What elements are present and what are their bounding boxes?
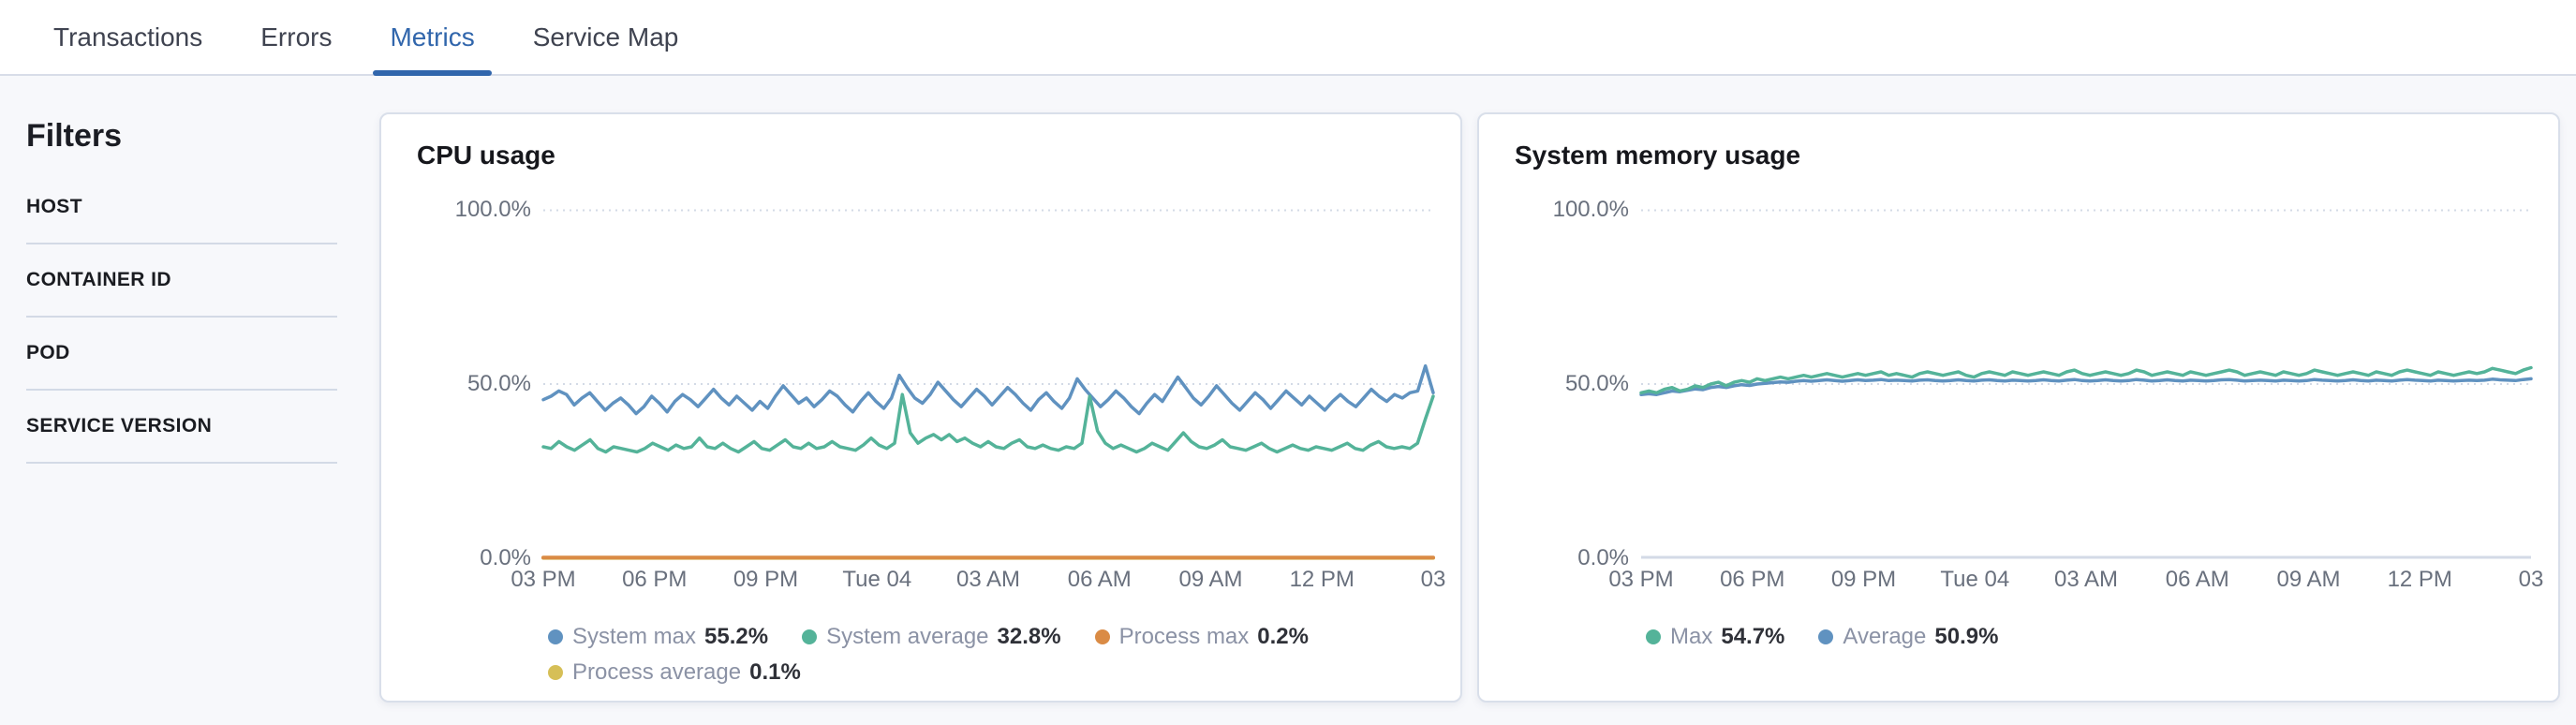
cpu-usage-legend-label-system-max: System max bbox=[572, 624, 696, 650]
filter-host-label: HOST bbox=[26, 196, 82, 217]
system-memory-usage-x-axis-label: 12 PM bbox=[2388, 568, 2452, 592]
system-memory-usage-plot-area bbox=[1641, 210, 2531, 558]
system-memory-usage-legend-value-max: 54.7% bbox=[1721, 624, 1784, 650]
tab-bar: Transactions Errors Metrics Service Map bbox=[0, 0, 2576, 76]
filter-container-id[interactable]: CONTAINER ID bbox=[26, 244, 337, 318]
cpu-usage-legend-dot-system-max bbox=[548, 629, 563, 644]
filter-pod-label: POD bbox=[26, 342, 70, 363]
cpu-usage-x-axis-label: 06 PM bbox=[622, 568, 687, 592]
cpu-usage-legend-item-system-average[interactable]: System average 32.8% bbox=[802, 622, 1060, 652]
filter-service-version[interactable]: SERVICE VERSION bbox=[26, 391, 337, 464]
system-memory-usage-legend: Max 54.7% Average 50.9% bbox=[1646, 622, 2545, 652]
system-memory-usage-x-axis-label: 09 PM bbox=[1831, 568, 1896, 592]
cpu-usage-legend-value-process-max: 0.2% bbox=[1257, 624, 1309, 650]
cpu-usage-legend-dot-system-average bbox=[802, 629, 817, 644]
system-memory-usage-chart: 100.0%50.0%0.0%03 PM06 PM09 PMTue 0403 A… bbox=[1479, 114, 2558, 701]
system-memory-usage-series-line-average bbox=[1641, 378, 2531, 394]
filter-host[interactable]: HOST bbox=[26, 194, 337, 244]
cpu-usage-chart: 100.0%50.0%0.0%03 PM06 PM09 PMTue 0403 A… bbox=[381, 114, 1460, 701]
system-memory-usage-legend-dot-average bbox=[1818, 629, 1833, 644]
tab-metrics[interactable]: Metrics bbox=[373, 0, 491, 74]
cpu-usage-legend-item-system-max[interactable]: System max 55.2% bbox=[548, 622, 768, 652]
cpu-usage-x-axis-label: 03 PM bbox=[511, 568, 575, 592]
cpu-usage-y-axis-label: 50.0% bbox=[400, 371, 531, 397]
filter-container-id-label: CONTAINER ID bbox=[26, 269, 171, 290]
system-memory-usage-x-axis-label: 03 PM bbox=[1608, 568, 1673, 592]
system-memory-usage-x-axis-label: 03 bbox=[2519, 568, 2544, 592]
cpu-usage-plot-area bbox=[543, 210, 1433, 558]
filters-heading: Filters bbox=[26, 117, 337, 155]
system-memory-usage-legend-item-average[interactable]: Average 50.9% bbox=[1818, 622, 1998, 652]
cpu-usage-legend-value-system-average: 32.8% bbox=[998, 624, 1061, 650]
system-memory-usage-legend-value-average: 50.9% bbox=[1934, 624, 1998, 650]
system-memory-usage-y-axis-label: 100.0% bbox=[1498, 197, 1629, 223]
system-memory-usage-x-axis-label: Tue 04 bbox=[1940, 568, 2009, 592]
cpu-usage-legend-label-process-max: Process max bbox=[1119, 624, 1250, 650]
cpu-usage-legend-dot-process-max bbox=[1095, 629, 1110, 644]
system-memory-usage-legend-label-max: Max bbox=[1670, 624, 1712, 650]
system-memory-usage-x-axis-label: 09 AM bbox=[2276, 568, 2340, 592]
tab-errors[interactable]: Errors bbox=[244, 0, 348, 74]
cpu-usage-y-axis-label: 100.0% bbox=[400, 197, 531, 223]
cpu-usage-legend-value-process-average: 0.1% bbox=[749, 659, 801, 686]
filters-sidebar: Filters HOST CONTAINER ID POD SERVICE VE… bbox=[26, 117, 337, 464]
cpu-usage-x-axis-label: 12 PM bbox=[1290, 568, 1355, 592]
cpu-usage-x-axis-label: Tue 04 bbox=[842, 568, 911, 592]
filter-service-version-label: SERVICE VERSION bbox=[26, 415, 212, 436]
system-memory-usage-legend-item-max[interactable]: Max 54.7% bbox=[1646, 622, 1784, 652]
cpu-usage-legend-label-system-average: System average bbox=[826, 624, 988, 650]
metrics-content: Filters HOST CONTAINER ID POD SERVICE VE… bbox=[0, 76, 2576, 725]
cpu-usage-legend-value-system-max: 55.2% bbox=[704, 624, 768, 650]
cpu-usage-x-axis-label: 03 AM bbox=[956, 568, 1020, 592]
tab-transactions[interactable]: Transactions bbox=[37, 0, 219, 74]
system-memory-usage-x-axis-label: 03 AM bbox=[2054, 568, 2118, 592]
cpu-usage-x-axis-label: 06 AM bbox=[1068, 568, 1132, 592]
cpu-usage-legend-item-process-average[interactable]: Process average 0.1% bbox=[548, 658, 801, 688]
system-memory-usage-legend-label-average: Average bbox=[1843, 624, 1926, 650]
system-memory-usage-y-axis-label: 50.0% bbox=[1498, 371, 1629, 397]
cpu-usage-legend-item-process-max[interactable]: Process max 0.2% bbox=[1095, 622, 1309, 652]
cpu-usage-legend-dot-process-average bbox=[548, 665, 563, 680]
apm-tabs: Transactions Errors Metrics Service Map bbox=[0, 0, 2576, 74]
filter-pod[interactable]: POD bbox=[26, 318, 337, 391]
cpu-usage-series-line-system-max bbox=[543, 366, 1433, 414]
cpu-usage-card: CPU usage 100.0%50.0%0.0%03 PM06 PM09 PM… bbox=[379, 112, 1462, 703]
system-memory-usage-legend-dot-max bbox=[1646, 629, 1661, 644]
system-memory-usage-x-axis-label: 06 AM bbox=[2166, 568, 2229, 592]
system-memory-usage-card: System memory usage 100.0%50.0%0.0%03 PM… bbox=[1477, 112, 2560, 703]
cpu-usage-x-axis-label: 03 bbox=[1421, 568, 1446, 592]
cpu-usage-legend: System max 55.2% System average 32.8% Proces… bbox=[548, 622, 1447, 688]
cpu-usage-x-axis-label: 09 AM bbox=[1178, 568, 1242, 592]
cpu-usage-legend-label-process-average: Process average bbox=[572, 659, 741, 686]
tab-service-map[interactable]: Service Map bbox=[516, 0, 696, 74]
cpu-usage-x-axis-label: 09 PM bbox=[733, 568, 798, 592]
system-memory-usage-x-axis-label: 06 PM bbox=[1720, 568, 1784, 592]
